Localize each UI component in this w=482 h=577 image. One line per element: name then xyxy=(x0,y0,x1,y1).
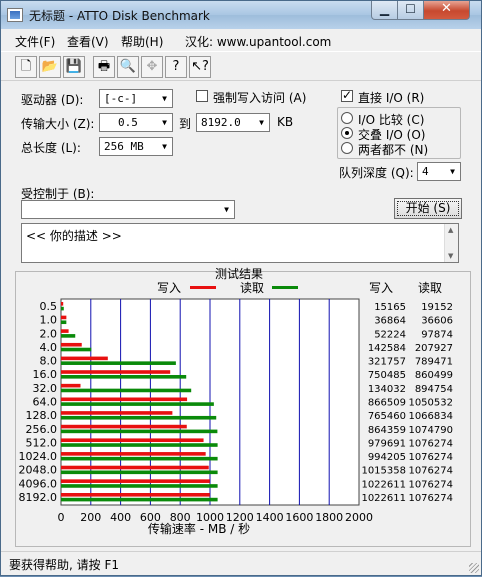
scroll-down-icon[interactable]: ▼ xyxy=(448,252,453,260)
controlled-by-select[interactable]: ▼ xyxy=(21,200,235,219)
maximize-button[interactable]: ☐ xyxy=(398,1,424,20)
start-button-label: 开始 (S) xyxy=(405,201,451,215)
window-title: 无标题 - ATTO Disk Benchmark xyxy=(29,9,210,23)
kb-label: KB xyxy=(277,115,294,129)
print-button[interactable]: 🖶 xyxy=(93,56,115,78)
drive-value: [-c-] xyxy=(104,92,138,105)
open-icon: 📂 xyxy=(41,59,59,74)
chevron-down-icon: ▼ xyxy=(224,205,229,214)
start-button[interactable]: 开始 (S) xyxy=(394,198,462,219)
total-length-select[interactable]: 256 MB ▼ xyxy=(99,137,173,156)
resize-grip-icon[interactable] xyxy=(469,563,479,573)
app-window: 无标题 - ATTO Disk Benchmark ▁ ☐ ✕ 文件(F) 查看… xyxy=(0,0,482,576)
menu-credit[interactable]: 汉化: www.upantool.com xyxy=(185,33,331,50)
minimize-icon: ▁ xyxy=(379,2,390,16)
description-text: << 你的描述 >> xyxy=(26,229,122,243)
status-bar: 要获得帮助, 请按 F1 xyxy=(1,551,481,575)
app-icon[interactable] xyxy=(7,8,23,22)
open-button[interactable]: 📂 xyxy=(39,56,61,78)
toolbar: 🗋 📂 💾 🖶 🔍 ✥ ? ↖? xyxy=(1,51,481,81)
queue-depth-select[interactable]: 4 ▼ xyxy=(417,162,461,181)
move-button[interactable]: ✥ xyxy=(141,56,163,78)
status-text: 要获得帮助, 请按 F1 xyxy=(9,558,119,572)
close-icon: ✕ xyxy=(441,1,452,16)
print-preview-icon: 🔍 xyxy=(119,59,137,74)
maximize-icon: ☐ xyxy=(405,2,416,16)
chevron-down-icon: ▼ xyxy=(259,118,264,127)
minimize-button[interactable]: ▁ xyxy=(371,1,398,20)
new-icon: 🗋 xyxy=(20,59,32,74)
chevron-down-icon: ▼ xyxy=(162,94,167,103)
direct-io-label: 直接 I/O (R) xyxy=(358,91,425,105)
close-button[interactable]: ✕ xyxy=(424,1,470,20)
menu-bar: 文件(F) 查看(V) 帮助(H) 汉化: www.upantool.com xyxy=(1,29,481,51)
move-icon: ✥ xyxy=(146,59,158,74)
transfer-from-value: 0.5 xyxy=(118,116,138,129)
description-scrollbar[interactable]: ▲ ▼ xyxy=(444,224,458,262)
new-button[interactable]: 🗋 xyxy=(15,56,37,78)
force-write-checkbox[interactable] xyxy=(196,90,208,102)
force-write-label: 强制写入访问 (A) xyxy=(213,91,307,105)
queue-depth-label: 队列深度 (Q): xyxy=(339,166,414,180)
total-length-label: 总长度 (L): xyxy=(21,141,81,155)
total-length-value: 256 MB xyxy=(104,140,144,153)
context-help-button[interactable]: ↖? xyxy=(189,56,211,78)
chevron-down-icon: ▼ xyxy=(450,167,455,176)
save-icon: 💾 xyxy=(65,59,83,74)
drive-select[interactable]: [-c-] ▼ xyxy=(99,89,173,108)
menu-file[interactable]: 文件(F) xyxy=(15,33,55,50)
transfer-to-value: 8192.0 xyxy=(201,116,241,129)
queue-depth-value: 4 xyxy=(422,165,429,178)
results-group xyxy=(15,271,471,547)
print-icon: 🖶 xyxy=(97,59,111,74)
transfer-to-select[interactable]: 8192.0 ▼ xyxy=(196,113,270,132)
chevron-down-icon: ▼ xyxy=(162,142,167,151)
scroll-up-icon[interactable]: ▲ xyxy=(448,226,453,234)
neither-radio[interactable] xyxy=(341,142,353,154)
to-label: 到 xyxy=(179,117,192,131)
drive-label: 驱动器 (D): xyxy=(21,93,84,107)
transfer-from-select[interactable]: 0.5 ▼ xyxy=(99,113,173,132)
chevron-down-icon: ▼ xyxy=(162,118,167,127)
neither-label: 两者都不 (N) xyxy=(358,143,429,157)
help-button[interactable]: ? xyxy=(165,56,187,78)
transfer-size-label: 传输大小 (Z): xyxy=(21,117,95,131)
menu-view[interactable]: 查看(V) xyxy=(67,33,109,50)
print-preview-button[interactable]: 🔍 xyxy=(117,56,139,78)
context-help-icon: ↖? xyxy=(191,59,209,74)
help-icon: ? xyxy=(172,59,180,74)
title-bar[interactable]: 无标题 - ATTO Disk Benchmark ▁ ☐ ✕ xyxy=(1,1,481,29)
io-compare-radio[interactable] xyxy=(341,112,353,124)
io-overlap-radio[interactable] xyxy=(341,127,353,139)
save-button[interactable]: 💾 xyxy=(63,56,85,78)
description-box[interactable]: << 你的描述 >> ▲ ▼ xyxy=(21,223,459,263)
menu-help[interactable]: 帮助(H) xyxy=(121,33,163,50)
direct-io-checkbox[interactable] xyxy=(341,88,353,102)
